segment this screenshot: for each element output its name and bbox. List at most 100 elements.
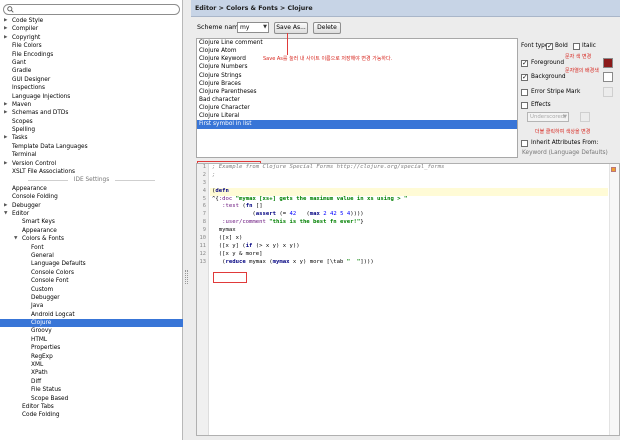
tree-item[interactable]: Custom <box>0 286 183 294</box>
tree-item[interactable]: ▶ Code Style <box>0 17 183 25</box>
settings-search-input[interactable] <box>3 4 180 15</box>
tree-item[interactable]: ▶ Version Control <box>0 160 183 168</box>
collapsed-arrow-icon[interactable]: ▶ <box>4 17 7 25</box>
tree-item-label: XSLT File Associations <box>12 169 76 176</box>
content-pane: Editor > Colors & Fonts > Clojure Scheme… <box>191 0 620 440</box>
tree-item[interactable]: Scope Based <box>0 395 183 403</box>
settings-sidebar: ▶ Code Style ▶ Compiler ▶ Copyright File Color… <box>0 0 183 440</box>
tree-item[interactable]: ▶ Debugger <box>0 202 183 210</box>
background-color-swatch[interactable] <box>603 72 613 82</box>
color-element-item[interactable]: Clojure Parentheses <box>197 88 517 96</box>
tree-item[interactable]: Console Folding <box>0 193 183 201</box>
delete-button[interactable]: Delete <box>313 22 341 34</box>
tree-item[interactable]: ▶ Schemas and DTDs <box>0 109 183 117</box>
effects-select[interactable]: Underscored ▼ <box>527 112 569 122</box>
foreground-checkbox[interactable] <box>521 59 528 67</box>
tree-item[interactable]: File Colors <box>0 42 183 50</box>
color-element-item[interactable]: Clojure Character <box>197 104 517 112</box>
save-as-button[interactable]: Save As... <box>274 22 308 34</box>
foreground-color-swatch[interactable] <box>603 58 613 68</box>
collapsed-arrow-icon[interactable]: ▶ <box>4 109 7 117</box>
effects-color-swatch[interactable] <box>580 112 590 122</box>
splitter-grip[interactable] <box>185 270 188 284</box>
color-element-item[interactable]: Clojure Numbers <box>197 63 517 71</box>
collapsed-arrow-icon[interactable]: ▶ <box>4 160 7 168</box>
tree-item[interactable]: File Status <box>0 386 183 394</box>
tree-item[interactable]: Clojure <box>0 319 183 328</box>
tree-item[interactable]: Groovy <box>0 327 183 335</box>
tree-item-label: Spelling <box>12 127 36 134</box>
color-element-item[interactable]: Clojure Line comment <box>197 39 517 47</box>
tree-item-label: Language Defaults <box>31 261 86 268</box>
collapsed-arrow-icon[interactable]: ▶ <box>4 134 7 142</box>
collapsed-arrow-icon[interactable]: ▶ <box>4 25 7 33</box>
tree-item[interactable]: Language Injections <box>0 93 183 101</box>
tree-item[interactable]: ▶ Maven <box>0 101 183 109</box>
italic-checkbox[interactable] <box>573 43 580 50</box>
tree-item[interactable]: Appearance <box>0 227 183 235</box>
tree-item[interactable]: RegExp <box>0 353 183 361</box>
collapsed-arrow-icon[interactable]: ▶ <box>4 202 7 210</box>
pane-splitter[interactable] <box>183 0 191 440</box>
tree-item-label: Template Data Languages <box>12 143 88 150</box>
scheme-name-select[interactable]: my ▼ <box>237 22 269 33</box>
tree-item[interactable]: XML <box>0 361 183 369</box>
tree-item[interactable]: GUI Designer <box>0 76 183 84</box>
tree-item[interactable]: ▼ Editor <box>0 210 183 218</box>
tree-item[interactable]: Java <box>0 302 183 310</box>
tree-item[interactable]: HTML <box>0 336 183 344</box>
error-stripe-color-swatch[interactable] <box>603 87 613 97</box>
color-element-item[interactable]: Bad character <box>197 96 517 104</box>
tree-item[interactable]: Font <box>0 244 183 252</box>
tree-item-label: Compiler <box>12 26 39 33</box>
tree-item[interactable]: Editor Tabs <box>0 403 183 411</box>
editor-scrollbar[interactable] <box>609 164 619 435</box>
error-stripe-checkbox[interactable] <box>521 89 528 96</box>
tree-item[interactable]: Inspections <box>0 84 183 92</box>
collapsed-arrow-icon[interactable]: ▶ <box>4 101 7 109</box>
color-element-item[interactable]: Clojure Literal <box>197 112 517 120</box>
bold-checkbox[interactable] <box>546 42 553 50</box>
tree-item[interactable]: Console Colors <box>0 269 183 277</box>
tree-item[interactable]: Spelling <box>0 126 183 134</box>
tree-item[interactable]: Template Data Languages <box>0 143 183 151</box>
tree-item[interactable]: Language Defaults <box>0 260 183 268</box>
tree-item[interactable]: ▶ Tasks <box>0 134 183 142</box>
tree-item[interactable]: Appearance <box>0 185 183 193</box>
tree-item[interactable]: Android Logcat <box>0 311 183 319</box>
collapsed-arrow-icon[interactable]: ▶ <box>4 34 7 42</box>
inherit-source-link[interactable]: Keyword (Language Defaults) <box>522 150 608 156</box>
expanded-arrow-icon[interactable]: ▼ <box>14 235 17 243</box>
inherit-checkbox[interactable] <box>521 140 528 147</box>
tree-item[interactable]: Code Folding <box>0 411 183 419</box>
tree-item[interactable]: Gant <box>0 59 183 67</box>
error-stripe-label: Error Stripe Mark <box>531 89 581 95</box>
tree-item[interactable]: Smart Keys <box>0 218 183 226</box>
color-element-item[interactable]: First symbol in list <box>197 120 517 129</box>
tree-item-label: Terminal <box>12 152 37 159</box>
tree-item[interactable]: General <box>0 252 183 260</box>
tree-item[interactable]: Diff <box>0 378 183 386</box>
tree-item[interactable]: Gradle <box>0 67 183 75</box>
tree-item[interactable]: ▶ Compiler <box>0 25 183 33</box>
tree-item[interactable]: XPath <box>0 369 183 377</box>
effects-checkbox[interactable] <box>521 102 528 109</box>
tree-item[interactable]: XSLT File Associations <box>0 168 183 176</box>
expanded-arrow-icon[interactable]: ▼ <box>4 210 7 218</box>
line-number: 5 <box>202 195 206 202</box>
tree-item[interactable]: ▶ Copyright <box>0 34 183 42</box>
tree-item[interactable]: ▼ Colors & Fonts <box>0 235 183 243</box>
tree-item[interactable]: Terminal <box>0 151 183 159</box>
tree-item[interactable]: Properties <box>0 344 183 352</box>
background-checkbox[interactable] <box>521 73 528 81</box>
code-preview-editor[interactable]: 1 2 3 4 5 6 7 8 9 10 11 12 13 ; Example from Clojure… <box>196 163 620 436</box>
tree-item[interactable]: Scopes <box>0 118 183 126</box>
tree-item[interactable]: Console Font <box>0 277 183 285</box>
tree-item[interactable]: File Encodings <box>0 51 183 59</box>
line-number-gutter: 1 2 3 4 5 6 7 8 9 10 11 12 13 <box>197 164 209 435</box>
tree-item-label: Debugger <box>12 202 41 209</box>
code-line: :user/comment "this is the best fn ever!… <box>222 219 364 226</box>
tree-item[interactable]: Debugger <box>0 294 183 302</box>
color-element-item[interactable]: Clojure Strings <box>197 72 517 80</box>
color-element-item[interactable]: Clojure Braces <box>197 80 517 88</box>
